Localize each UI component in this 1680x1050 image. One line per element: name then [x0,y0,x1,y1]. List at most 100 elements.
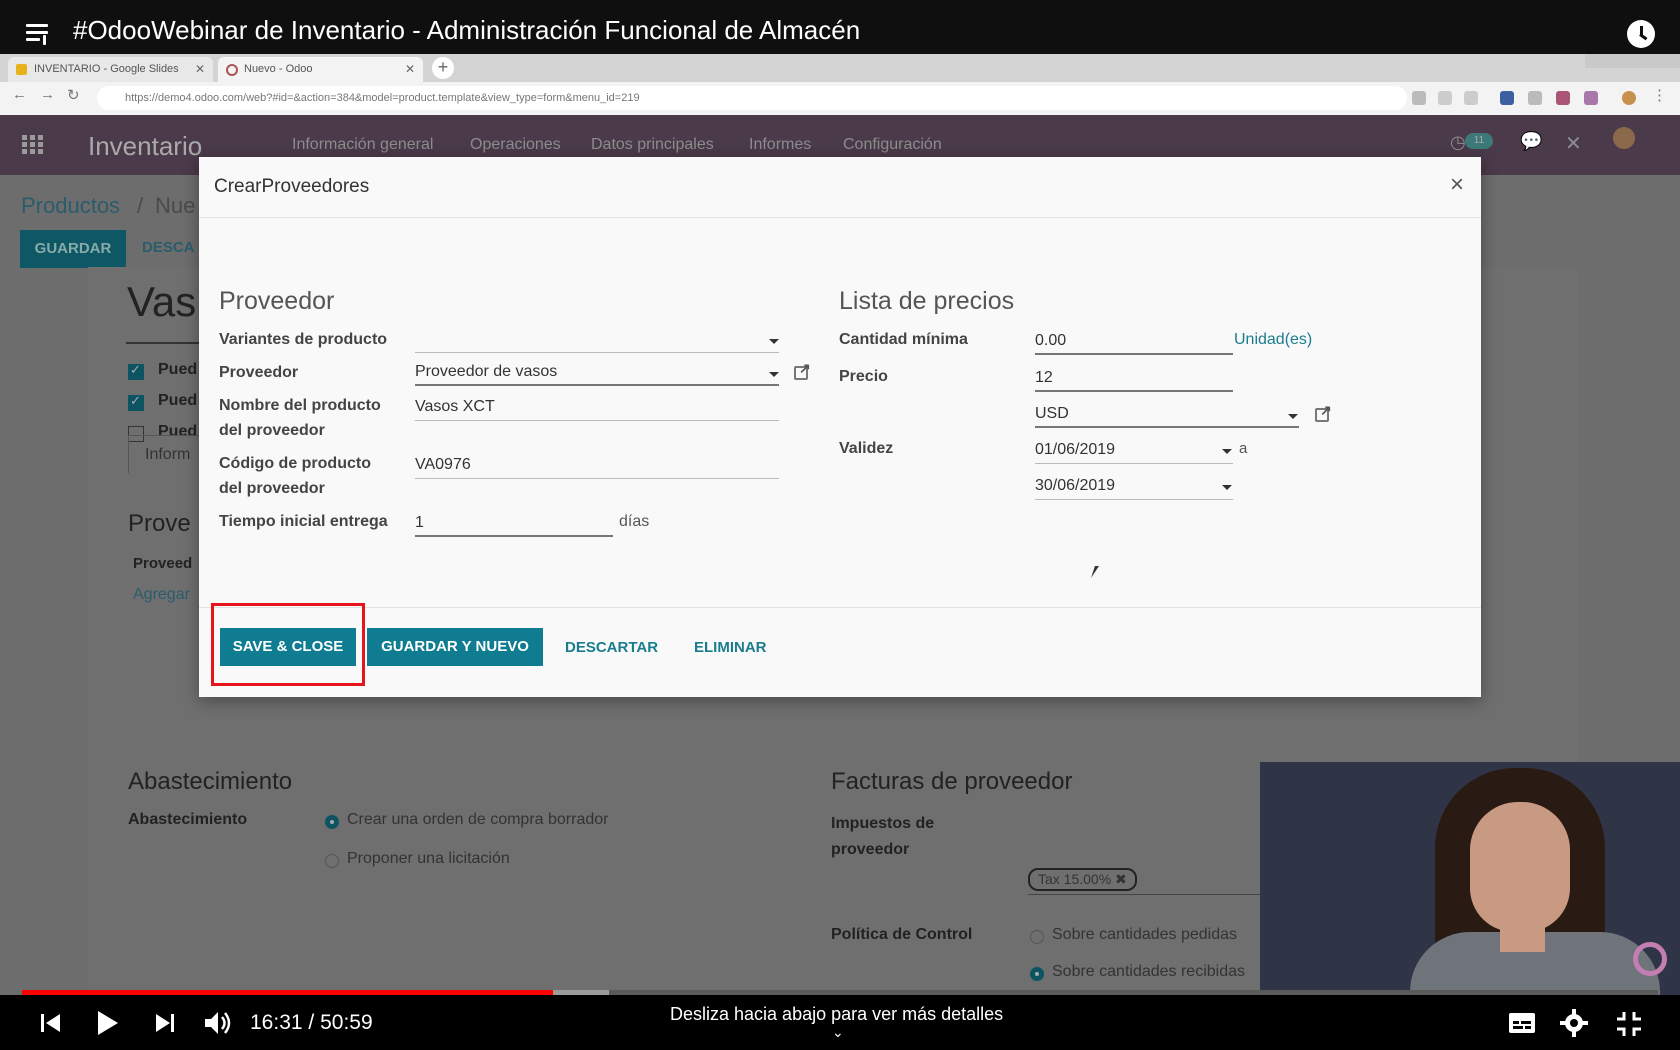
chevron-down-icon[interactable] [769,372,779,377]
scroll-hint[interactable]: Desliza hacia abajo para ver más detalle… [670,1004,1003,1025]
tab-label: INVENTARIO - Google Slides [34,63,179,75]
external-link-icon[interactable] [794,360,811,380]
new-tab-button[interactable]: + [432,57,454,79]
watch-later-icon[interactable] [1627,20,1655,48]
forward-icon[interactable]: → [40,86,55,103]
radio-draft-po[interactable] [325,815,339,829]
vendor-select[interactable]: Proveedor de vasos [415,360,779,386]
save-new-button[interactable]: GUARDAR Y NUEVO [367,628,543,666]
activity-count-badge: 11 [1465,133,1493,149]
subtitles-icon[interactable] [1508,1012,1536,1034]
next-icon[interactable] [154,1012,176,1034]
checkbox-label: Pued [158,392,198,409]
volume-icon[interactable] [203,1009,233,1037]
reload-icon[interactable]: ↻ [67,86,80,104]
min-qty-label: Cantidad mínima [839,331,968,348]
variants-label: Variantes de producto [219,331,388,348]
vendor-product-name-label-2: del proveedor [219,422,325,439]
odoo-icon [226,64,238,76]
playlist-menu-icon[interactable] [26,24,56,46]
menu-general-info[interactable]: Información general [292,136,433,154]
menu-master-data[interactable]: Datos principales [591,136,714,154]
browser-menu-icon[interactable]: ⋮ [1652,86,1667,104]
vendor-product-code-input[interactable]: VA0976 [415,453,779,479]
window-controls[interactable] [1585,54,1680,68]
lead-time-unit: días [619,513,650,530]
can-be-sold-checkbox[interactable] [128,362,144,380]
vendor-label: Proveedor [219,364,299,381]
lead-time-input[interactable]: 1 [415,511,613,537]
date-range-separator: a [1239,440,1248,457]
vendors-column-header: Proveed [133,555,193,572]
add-line-link[interactable]: Agregar [133,586,190,604]
currency-select[interactable]: USD [1035,402,1299,428]
back-icon[interactable]: ← [12,86,27,103]
menu-operations[interactable]: Operaciones [470,136,561,154]
breadcrumb-separator: / [137,193,144,218]
vendor-product-code-label-2: del proveedor [219,480,325,497]
dialog-header: CrearProveedores × [199,157,1481,218]
radio-label: Sobre cantidades pedidas [1052,926,1238,943]
vendor-taxes-label: Impuestos de proveedor [831,815,935,858]
chat-icon[interactable]: 💬 [1520,131,1542,152]
profile-avatar[interactable] [1622,91,1636,105]
tax-tag[interactable]: Tax 15.00% ✖ [1028,868,1137,891]
url-input[interactable]: https://demo4.odoo.com/web?#id=&action=3… [97,86,1407,110]
close-icon[interactable]: × [1450,171,1464,199]
radio-tender[interactable] [325,854,339,868]
vendor-product-name-input[interactable]: Vasos XCT [415,395,779,421]
chevron-down-icon[interactable] [1222,485,1232,490]
close-tab-icon[interactable]: ✕ [405,57,415,82]
form-discard-button[interactable]: DESCA [142,239,195,256]
chevron-down-icon[interactable] [1288,414,1298,419]
vendor-product-code-label-1: Código de producto [219,455,371,472]
uom-link[interactable]: Unidad(es) [1234,331,1312,349]
discard-button[interactable]: DESCARTAR [565,639,658,656]
time-current: 16:31 [250,1011,303,1034]
min-qty-input[interactable]: 0.00 [1035,329,1233,355]
procurement-label: Abastecimiento [128,811,248,828]
product-name[interactable]: Vas [127,278,196,326]
slides-icon [16,64,27,75]
breadcrumb-products[interactable]: Productos [21,193,120,219]
exit-fullscreen-icon[interactable] [1616,1011,1642,1037]
radio-received-qty[interactable] [1030,967,1044,981]
close-tab-icon[interactable]: ✕ [195,57,205,82]
apps-grid-icon[interactable] [22,135,46,155]
can-be-purchased-checkbox[interactable] [128,393,144,411]
menu-configuration[interactable]: Configuración [843,136,942,154]
validity-label: Validez [839,440,894,457]
radio-label: Crear una orden de compra borrador [347,811,609,828]
radio-ordered-qty[interactable] [1030,930,1044,944]
translate-icon[interactable] [1412,91,1426,105]
play-icon[interactable] [96,1009,120,1037]
browser-tab-slides[interactable]: INVENTARIO - Google Slides ✕ [8,57,213,82]
delete-button[interactable]: ELIMINAR [694,639,767,656]
activity-clock-icon[interactable]: ◷ [1450,132,1466,153]
date-end-input[interactable]: 30/06/2019 [1035,474,1233,500]
price-input[interactable]: 12 [1035,366,1233,392]
extension-icon[interactable] [1528,91,1542,105]
date-start-input[interactable]: 01/06/2019 [1035,438,1233,464]
chevron-down-icon[interactable] [769,339,779,344]
extension-icon[interactable] [1584,91,1598,105]
presenter-face [1470,802,1570,932]
lead-time-label: Tiempo inicial entrega [219,513,388,530]
chevron-down-icon[interactable]: ⌄ [832,1024,844,1041]
external-link-icon[interactable] [1315,402,1332,422]
extension-icon[interactable] [1500,91,1514,105]
procurement-heading: Abastecimiento [128,768,293,795]
settings-gear-icon[interactable] [1560,1009,1588,1037]
zoom-icon[interactable] [1438,91,1452,105]
chevron-down-icon[interactable] [1222,449,1232,454]
user-avatar[interactable] [1613,127,1635,149]
star-icon[interactable] [1464,91,1478,105]
extension-icon[interactable] [1556,91,1570,105]
close-x-icon[interactable]: ✕ [1565,131,1582,156]
menu-reports[interactable]: Informes [749,136,811,154]
tab-label: Nuevo - Odoo [244,63,313,75]
form-save-button[interactable]: GUARDAR [20,230,126,268]
browser-tab-odoo[interactable]: Nuevo - Odoo ✕ [218,57,423,82]
previous-icon[interactable] [40,1012,62,1034]
variants-select[interactable] [415,327,779,353]
